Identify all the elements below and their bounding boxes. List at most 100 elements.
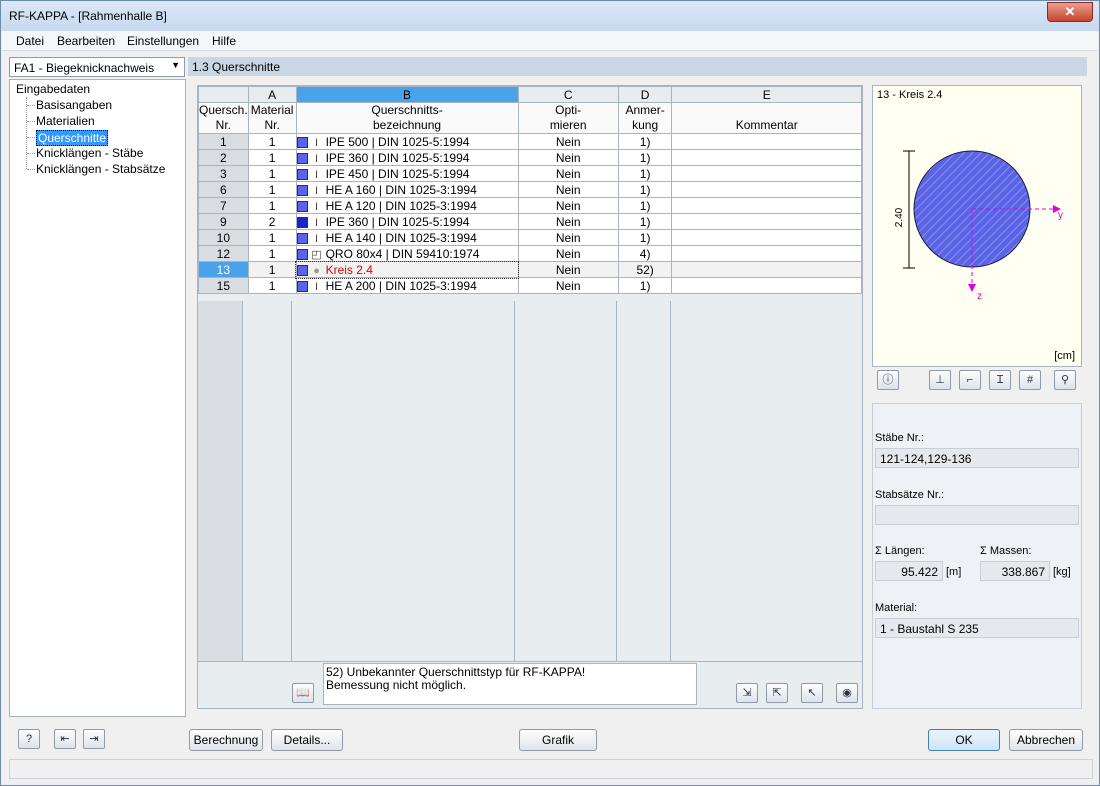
axes-icon[interactable]: ⌐ — [959, 370, 981, 390]
optimize-cell[interactable]: Nein — [517, 133, 619, 150]
row-number-cell[interactable]: 3 — [198, 165, 249, 182]
row-number-cell[interactable]: 12 — [198, 245, 249, 262]
table-row[interactable]: 1 1 I IPE 500 | DIN 1025-5:1994 Nein 1) — [198, 133, 862, 150]
row-number-cell[interactable]: 10 — [198, 229, 249, 246]
material-cell[interactable]: 1 — [247, 133, 297, 150]
column-letter-c[interactable]: C — [517, 86, 619, 103]
material-color-swatch — [297, 232, 308, 244]
material-color-swatch — [297, 200, 308, 212]
comment-cell[interactable] — [671, 229, 862, 246]
material-cell[interactable]: 2 — [247, 213, 297, 230]
abbrechen-button[interactable]: Abbrechen — [1009, 729, 1083, 751]
section-name-cell[interactable]: I HE A 120 | DIN 1025-3:1994 — [295, 197, 519, 214]
menu-hilfe[interactable]: Hilfe — [212, 34, 236, 48]
comment-cell[interactable] — [671, 245, 862, 262]
section-name-cell[interactable]: ◰ QRO 80x4 | DIN 59410:1974 — [295, 245, 519, 262]
column-letter-e[interactable]: E — [671, 86, 862, 103]
export-excel-icon[interactable]: ⇱ — [766, 683, 788, 703]
section-name-cell[interactable]: I IPE 450 | DIN 1025-5:1994 — [295, 165, 519, 182]
optimize-cell[interactable]: Nein — [517, 197, 619, 214]
section-name-cell[interactable]: I IPE 360 | DIN 1025-5:1994 — [295, 149, 519, 166]
material-cell[interactable]: 1 — [247, 245, 297, 262]
table-row[interactable]: 7 1 I HE A 120 | DIN 1025-3:1994 Nein 1) — [198, 197, 862, 214]
optimize-cell[interactable]: Nein — [517, 261, 619, 278]
table-row[interactable]: 13 1 ● Kreis 2.4 Nein 52) — [198, 260, 862, 279]
grafik-button[interactable]: Grafik — [519, 729, 597, 751]
comment-cell[interactable] — [671, 165, 862, 182]
row-number-cell[interactable]: 13 — [198, 261, 249, 278]
tree-item-querschnitte[interactable]: Querschnitte — [36, 130, 109, 146]
section-name-cell[interactable]: I HE A 140 | DIN 1025-3:1994 — [295, 229, 519, 246]
column-letter-a[interactable]: A — [247, 86, 297, 103]
row-number-cell[interactable]: 7 — [198, 197, 249, 214]
tree-item-basisangaben[interactable]: Basisangaben — [36, 98, 112, 112]
table-row[interactable]: 15 1 I HE A 200 | DIN 1025-3:1994 Nein 1) — [198, 277, 862, 294]
select-pointer-icon[interactable]: ↖ — [801, 683, 823, 703]
menu-bearbeiten[interactable]: Bearbeiten — [57, 34, 115, 48]
row-number-cell[interactable]: 15 — [198, 277, 249, 294]
comment-cell[interactable] — [671, 133, 862, 150]
help-icon[interactable]: ? — [18, 729, 40, 749]
tree-root-eingabedaten[interactable]: Eingabedaten — [16, 82, 90, 96]
material-cell[interactable]: 1 — [247, 181, 297, 198]
table-row[interactable]: 10 1 I HE A 140 | DIN 1025-3:1994 Nein 1) — [198, 229, 862, 246]
material-cell[interactable]: 1 — [247, 197, 297, 214]
comment-cell[interactable] — [671, 261, 862, 278]
section-name-cell[interactable]: I IPE 360 | DIN 1025-5:1994 — [295, 213, 519, 230]
info-icon[interactable]: ⓘ — [877, 370, 899, 390]
table-row[interactable]: 6 1 I HE A 160 | DIN 1025-3:1994 Nein 1) — [198, 181, 862, 198]
section-name-cell[interactable]: I HE A 200 | DIN 1025-3:1994 — [295, 277, 519, 294]
laengen-field: 95.422 — [875, 561, 943, 581]
profile-icon[interactable]: Ɪ — [989, 370, 1011, 390]
optimize-cell[interactable]: Nein — [517, 229, 619, 246]
row-number-cell[interactable]: 6 — [198, 181, 249, 198]
row-number-cell[interactable]: 9 — [198, 213, 249, 230]
table-row[interactable]: 2 1 I IPE 360 | DIN 1025-5:1994 Nein 1) — [198, 149, 862, 166]
row-number-cell[interactable]: 1 — [198, 133, 249, 150]
tree-item-materialien[interactable]: Materialien — [36, 114, 95, 128]
library-icon[interactable]: 📖 — [292, 683, 314, 703]
previous-page-icon[interactable]: ⇤ — [54, 729, 76, 749]
ok-button[interactable]: OK — [928, 729, 1000, 751]
comment-cell[interactable] — [671, 197, 862, 214]
tree-item-knicklaengen-stabsaetze[interactable]: Knicklängen - Stabsätze — [36, 162, 165, 176]
material-cell[interactable]: 1 — [247, 261, 297, 278]
menu-datei[interactable]: Datei — [16, 34, 44, 48]
close-button[interactable]: ✕ — [1047, 2, 1093, 22]
view-eye-icon[interactable]: ◉ — [836, 683, 858, 703]
tree-item-knicklaengen-staebe[interactable]: Knicklängen - Stäbe — [36, 146, 143, 160]
column-letter-d[interactable]: D — [617, 86, 673, 103]
optimize-cell[interactable]: Nein — [517, 181, 619, 198]
optimize-cell[interactable]: Nein — [517, 149, 619, 166]
section-name: HE A 140 | DIN 1025-3:1994 — [325, 230, 477, 245]
material-cell[interactable]: 1 — [247, 229, 297, 246]
case-selector[interactable]: FA1 - Biegeknicknachweis ▼ — [9, 57, 185, 77]
zoom-reset-icon[interactable]: ⚲ — [1054, 370, 1076, 390]
material-cell[interactable]: 1 — [247, 277, 297, 294]
comment-cell[interactable] — [671, 277, 862, 294]
berechnung-button[interactable]: Berechnung — [189, 729, 263, 751]
comment-cell[interactable] — [671, 149, 862, 166]
section-name-cell[interactable]: I HE A 160 | DIN 1025-3:1994 — [295, 181, 519, 198]
comment-cell[interactable] — [671, 213, 862, 230]
table-row[interactable]: 9 2 I IPE 360 | DIN 1025-5:1994 Nein 1) — [198, 213, 862, 230]
comment-cell[interactable] — [671, 181, 862, 198]
optimize-cell[interactable]: Nein — [517, 277, 619, 294]
table-row[interactable]: 12 1 ◰ QRO 80x4 | DIN 59410:1974 Nein 4) — [198, 245, 862, 262]
column-letter-b[interactable]: B — [295, 86, 519, 103]
material-cell[interactable]: 1 — [247, 165, 297, 182]
details-button[interactable]: Details... — [271, 729, 343, 751]
menu-einstellungen[interactable]: Einstellungen — [127, 34, 199, 48]
table-row[interactable]: 3 1 I IPE 450 | DIN 1025-5:1994 Nein 1) — [198, 165, 862, 182]
section-name-cell[interactable]: ● Kreis 2.4 — [295, 260, 520, 279]
next-page-icon[interactable]: ⇥ — [83, 729, 105, 749]
optimize-cell[interactable]: Nein — [517, 213, 619, 230]
dimension-icon[interactable]: ⊥ — [929, 370, 951, 390]
optimize-cell[interactable]: Nein — [517, 165, 619, 182]
import-excel-icon[interactable]: ⇲ — [736, 683, 758, 703]
material-cell[interactable]: 1 — [247, 149, 297, 166]
section-name-cell[interactable]: I IPE 500 | DIN 1025-5:1994 — [295, 133, 519, 150]
optimize-cell[interactable]: Nein — [517, 245, 619, 262]
numbering-icon[interactable]: # — [1019, 370, 1041, 390]
row-number-cell[interactable]: 2 — [198, 149, 249, 166]
